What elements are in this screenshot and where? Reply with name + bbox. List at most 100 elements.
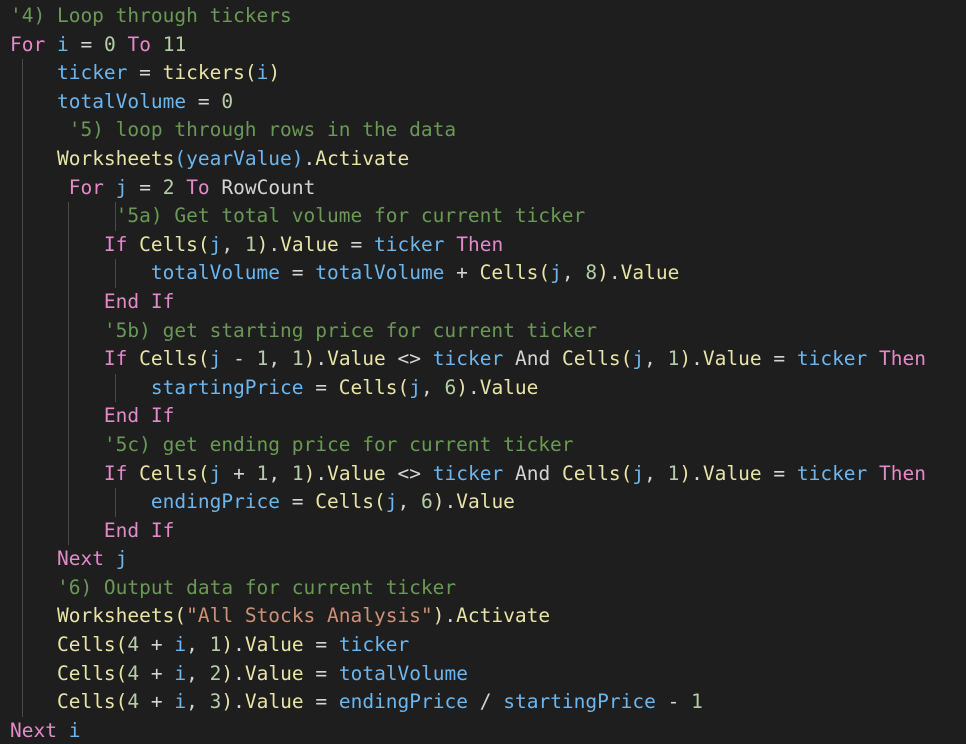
code-token-op <box>10 462 104 485</box>
code-token-prop: Activate <box>456 604 551 628</box>
code-token-num: 2 <box>162 175 175 199</box>
code-token-op <box>785 462 797 485</box>
code-token-b1: ) <box>456 375 468 399</box>
code-line[interactable]: For j = 2 To RowCount <box>0 173 966 203</box>
code-token-b1: ( <box>197 232 210 256</box>
code-token-fn: Cells <box>56 633 116 657</box>
code-line[interactable]: Next j <box>0 545 966 574</box>
code-token-prop: Value <box>244 633 304 657</box>
code-token-num: 4 <box>127 690 140 714</box>
code-token-var: ticker <box>432 347 504 371</box>
code-token-var: ticker <box>338 633 410 657</box>
code-token-str: "All Stocks Analysis" <box>186 604 433 628</box>
code-token-op: . <box>608 261 621 285</box>
code-token-op: And <box>514 461 551 485</box>
code-token-prop: Value <box>244 690 304 714</box>
code-token-op <box>785 347 797 370</box>
code-token-num: 1 <box>667 347 680 371</box>
code-token-kw: Next <box>10 718 57 742</box>
code-token-b2: ) <box>291 146 304 170</box>
code-line[interactable]: '5b) get starting price for current tick… <box>0 316 966 346</box>
code-token-fn: Cells <box>479 261 539 285</box>
code-line[interactable]: Worksheets("All Stocks Analysis").Activa… <box>0 602 966 632</box>
code-token-op <box>327 376 339 399</box>
code-token-op: , <box>186 690 210 714</box>
code-token-op <box>10 662 57 685</box>
code-token-prop: Value <box>702 461 762 485</box>
code-token-kw: If <box>103 461 128 485</box>
code-token-cmt: '5c) get ending price for current ticker <box>103 432 574 456</box>
code-token-op <box>69 33 81 56</box>
code-line[interactable]: '5a) Get total volume for current ticker <box>0 202 966 231</box>
code-token-var: yearValue <box>186 146 292 170</box>
code-token-var: startingPrice <box>503 690 656 714</box>
code-token-op <box>10 347 104 370</box>
code-token-num: 0 <box>103 32 116 56</box>
code-token-op: , <box>186 661 210 685</box>
code-token-fn: Worksheets <box>56 146 175 170</box>
code-line[interactable]: totalVolume = 0 <box>0 87 966 117</box>
code-token-b1: ) <box>303 347 316 371</box>
code-token-op: <> <box>397 461 422 485</box>
code-token-b1: ) <box>432 604 445 628</box>
code-line[interactable]: '5) loop through rows in the data <box>0 116 966 145</box>
code-token-op: = <box>80 32 93 56</box>
code-token-prop: Value <box>280 232 339 256</box>
code-line[interactable]: End If <box>0 402 966 431</box>
code-line[interactable]: Cells(4 + i, 3).Value = endingPrice / st… <box>0 688 966 717</box>
code-line[interactable]: End If <box>0 287 966 317</box>
code-line[interactable]: End If <box>0 516 966 546</box>
code-line[interactable]: '6) Output data for current ticker <box>0 573 966 603</box>
code-line[interactable]: endingPrice = Cells(j, 6).Value <box>0 488 966 517</box>
code-token-num: 2 <box>209 661 222 685</box>
code-line[interactable]: If Cells(j, 1).Value = ticker Then <box>0 230 966 260</box>
code-token-kw: If <box>150 518 175 542</box>
code-token-num: 8 <box>585 261 598 285</box>
code-token-op <box>304 376 316 399</box>
code-line[interactable]: For i = 0 To 11 <box>0 31 966 60</box>
code-token-op: = <box>773 461 786 485</box>
code-token-b1: ) <box>268 61 281 85</box>
code-token-op <box>10 261 151 284</box>
code-editor[interactable]: '4) Loop through tickers For i = 0 To 11 … <box>0 0 966 744</box>
code-token-var: ticker <box>432 461 504 485</box>
code-token-op <box>444 261 456 284</box>
code-token-kw: If <box>103 232 128 256</box>
code-token-prop: Value <box>620 261 680 285</box>
code-line[interactable]: ticker = tickers(i) <box>0 59 966 88</box>
code-token-op <box>445 233 457 256</box>
code-token-var: totalVolume <box>338 661 468 685</box>
code-token-var: endingPrice <box>150 490 281 514</box>
code-line[interactable]: '4) Loop through tickers <box>0 2 966 31</box>
code-token-op <box>386 462 398 485</box>
code-token-kw: If <box>103 347 128 371</box>
code-token-cmt: '6) Output data for current ticker <box>56 575 457 599</box>
code-line[interactable]: If Cells(j - 1, 1).Value <> ticker And C… <box>0 345 966 374</box>
code-line[interactable]: Cells(4 + i, 1).Value = ticker <box>0 631 966 660</box>
code-line[interactable]: Next i <box>0 717 966 744</box>
code-token-op: = <box>315 633 328 657</box>
code-token-var: j <box>632 347 645 371</box>
code-line[interactable]: '5c) get ending price for current ticker <box>0 430 966 460</box>
code-token-op: . <box>691 461 703 485</box>
code-token-var: i <box>68 718 81 742</box>
code-token-op <box>116 33 128 56</box>
code-token-op <box>503 347 515 370</box>
code-token-op: . <box>233 690 245 714</box>
code-token-op <box>92 33 104 56</box>
code-token-op <box>139 404 151 427</box>
code-token-op <box>104 176 116 199</box>
code-token-var: j <box>632 461 645 485</box>
code-token-num: 1 <box>256 347 269 371</box>
code-token-kw: If <box>150 289 175 313</box>
code-token-op <box>10 233 104 256</box>
code-line[interactable]: totalVolume = totalVolume + Cells(j, 8).… <box>0 259 966 288</box>
code-token-op: = <box>350 232 363 256</box>
code-line[interactable]: If Cells(j + 1, 1).Value <> ticker And C… <box>0 459 966 489</box>
code-line[interactable]: Worksheets(yearValue).Activate <box>0 144 966 174</box>
code-token-op <box>151 176 163 199</box>
code-token-var: j <box>385 490 398 514</box>
code-token-kw: For <box>68 175 104 199</box>
code-line[interactable]: Cells(4 + i, 2).Value = totalVolume <box>0 659 966 689</box>
code-line[interactable]: startingPrice = Cells(j, 6).Value <box>0 373 966 403</box>
